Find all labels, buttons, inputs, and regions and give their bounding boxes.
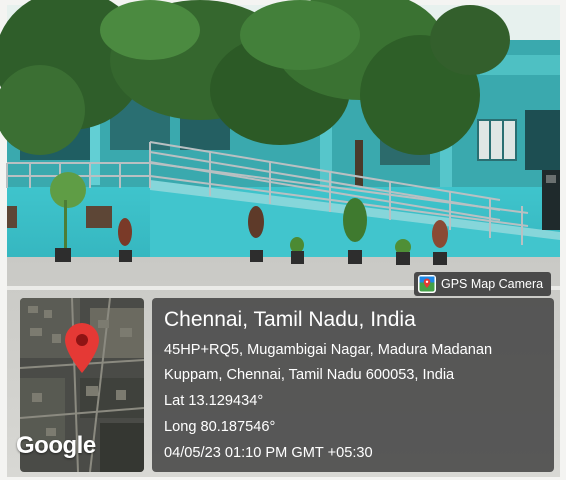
latitude: Lat 13.129434° <box>164 393 264 409</box>
address-line-2: Kuppam, Chennai, Tamil Nadu 600053, Indi… <box>164 367 455 383</box>
gps-map-camera-badge: GPS Map Camera <box>414 272 552 296</box>
address-line-1: 45HP+RQ5, Mugambigai Nagar, Madura Madan… <box>164 342 493 358</box>
longitude: Long 80.187546° <box>164 419 276 435</box>
google-logo: Google <box>16 432 96 459</box>
photo-frame: GPS Map Camera Google Chennai, Tamil Nad… <box>0 0 566 480</box>
gps-map-camera-icon <box>418 275 436 293</box>
place-name: Chennai, Tamil Nadu, India <box>164 308 416 331</box>
location-info-panel: Chennai, Tamil Nadu, India 45HP+RQ5, Mug… <box>152 298 554 472</box>
badge-label: GPS Map Camera <box>441 277 544 291</box>
timestamp: 04/05/23 01:10 PM GMT +05:30 <box>164 445 373 461</box>
